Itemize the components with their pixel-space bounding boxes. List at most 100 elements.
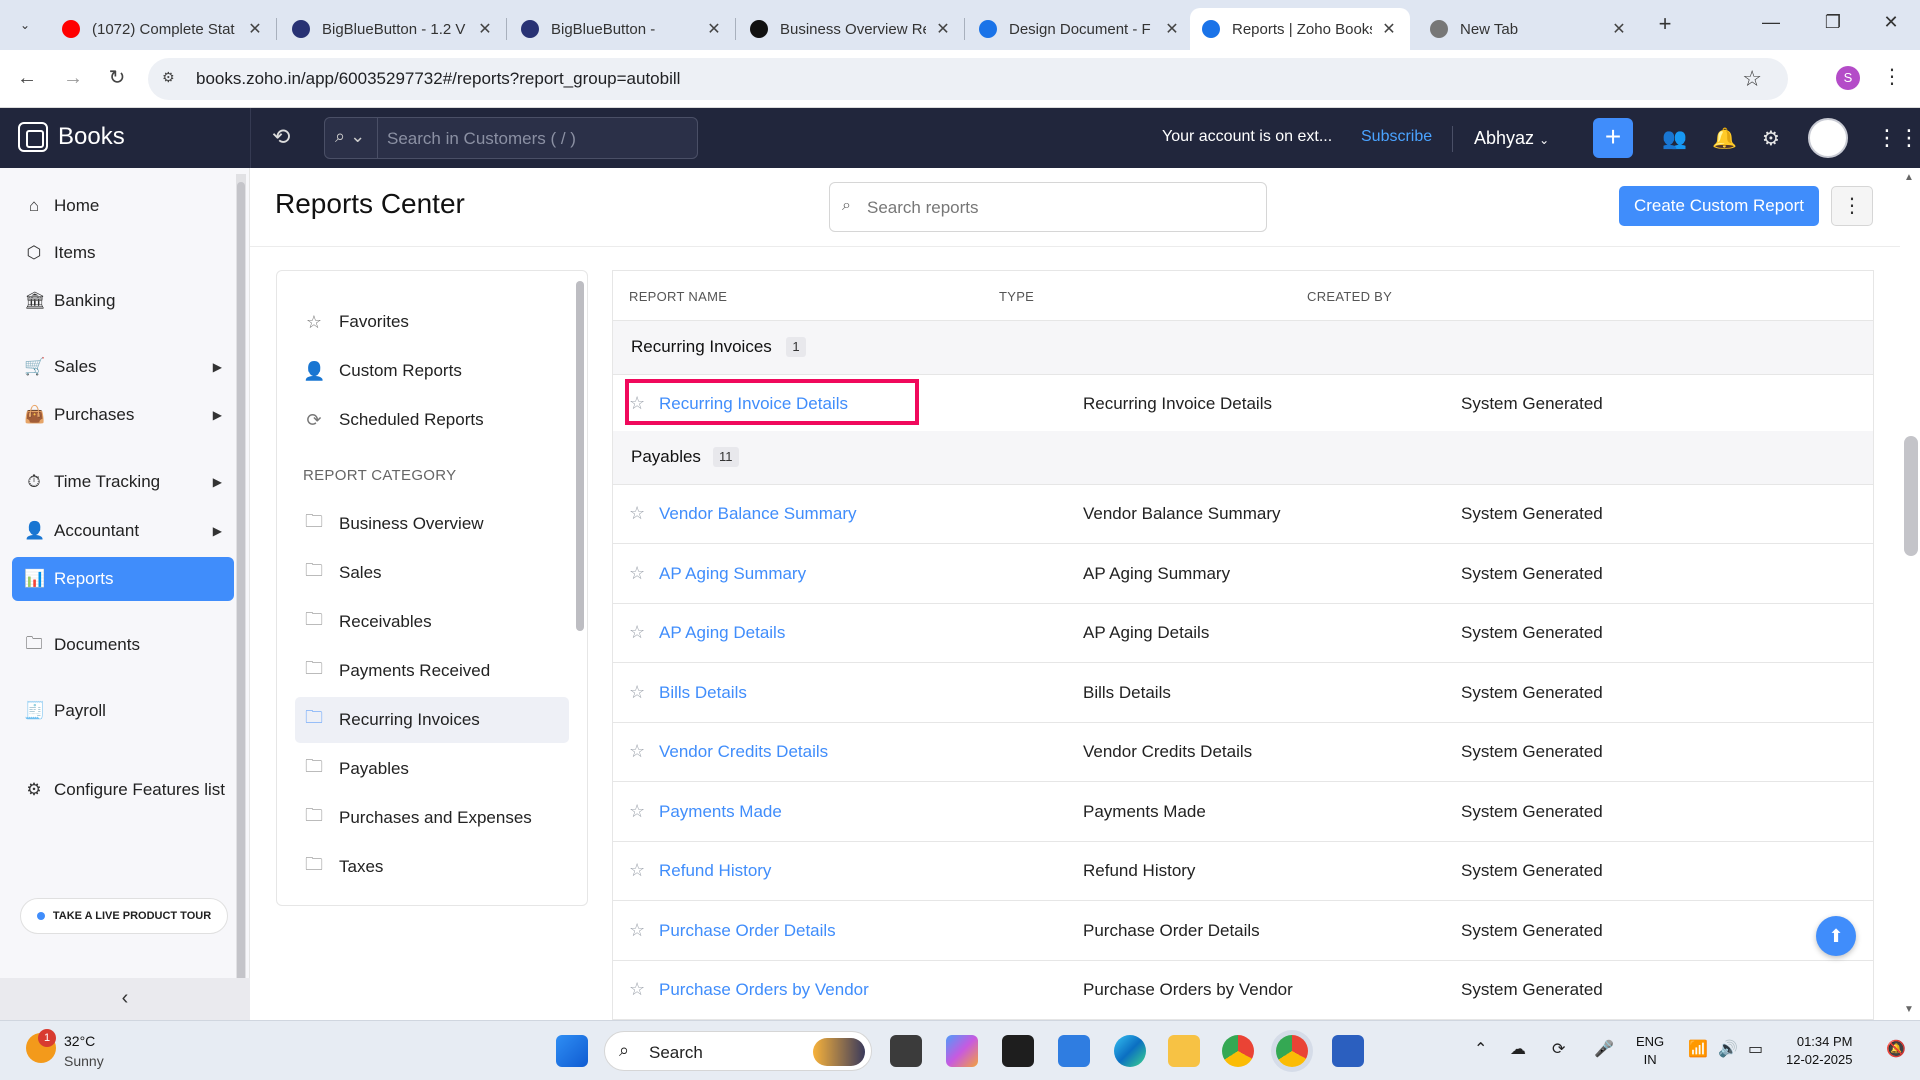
weather-temperature[interactable]: 32°C (64, 1033, 95, 1049)
global-search[interactable]: ⌕ ⌄ Search in Customers ( / ) (324, 117, 698, 159)
file-explorer-icon[interactable] (1168, 1035, 1200, 1067)
close-tab-icon[interactable]: ✕ (1163, 19, 1181, 39)
report-name-link[interactable]: Purchase Order Details (659, 921, 836, 941)
word-icon[interactable] (1332, 1035, 1364, 1067)
close-tab-icon[interactable]: ✕ (1380, 19, 1398, 39)
report-category-item[interactable]: 🗀 Recurring Invoices (295, 697, 569, 743)
url-text[interactable]: books.zoho.in/app/60035297732#/reports?r… (196, 69, 680, 89)
restore-icon[interactable]: ❐ (1818, 12, 1848, 33)
forward-icon[interactable]: → (60, 66, 86, 92)
scroll-to-top-button[interactable]: ⬆ (1816, 916, 1856, 956)
category-scrollbar[interactable] (575, 271, 585, 907)
favorite-star-icon[interactable]: ☆ (629, 801, 645, 822)
back-icon[interactable]: ← (14, 66, 40, 92)
windows-start-icon[interactable] (556, 1035, 588, 1067)
close-tab-icon[interactable]: ✕ (1610, 19, 1628, 39)
report-category-item[interactable]: 🗀 Taxes (295, 844, 569, 890)
scrollbar-thumb[interactable] (1904, 436, 1918, 556)
volume-icon[interactable]: 🔊 (1718, 1039, 1738, 1059)
report-category-item[interactable]: 🗀 Sales (295, 550, 569, 596)
report-category-item[interactable]: 🗀 Business Overview (295, 501, 569, 547)
favorite-star-icon[interactable]: ☆ (629, 682, 645, 703)
tab-search-dropdown[interactable]: ⌄ (10, 12, 40, 38)
report-nav-scheduled-reports[interactable]: ⟳ Scheduled Reports (295, 397, 569, 443)
microphone-icon[interactable]: 🎤 (1594, 1039, 1614, 1059)
table-row[interactable]: ☆ Vendor Credits Details Vendor Credits De… (613, 723, 1873, 782)
expand-arrow-icon[interactable]: ▶ (213, 360, 222, 374)
favorite-star-icon[interactable]: ☆ (629, 563, 645, 584)
notification-icon[interactable]: 🔕 (1886, 1039, 1906, 1059)
close-window-icon[interactable]: ✕ (1876, 12, 1906, 33)
sidebar-item-reports[interactable]: 📊 Reports (12, 557, 234, 601)
report-name-link[interactable]: Vendor Balance Summary (659, 504, 857, 524)
users-icon[interactable]: 👥 (1662, 126, 1687, 151)
table-row[interactable]: ☆ AP Aging Summary AP Aging Summary System … (613, 544, 1873, 604)
browser-menu-icon[interactable]: ⋮ (1882, 64, 1902, 89)
chrome-active-icon[interactable] (1276, 1035, 1308, 1067)
browser-tab[interactable]: (1072) Complete Stat ✕ (50, 8, 276, 50)
column-header-name[interactable]: REPORT NAME (629, 289, 727, 304)
sidebar-item-items[interactable]: ⬡ Items (12, 231, 234, 275)
sidebar-item-home[interactable]: ⌂ Home (12, 184, 234, 228)
browser-tab[interactable]: BigBlueButton - ✕ (509, 8, 735, 50)
show-hidden-icons[interactable]: ⌃ (1474, 1039, 1487, 1059)
scrollbar-thumb[interactable] (576, 281, 584, 631)
bookmark-star-icon[interactable]: ☆ (1742, 66, 1762, 92)
address-bar[interactable]: ⚙ books.zoho.in/app/60035297732#/reports… (148, 58, 1788, 100)
copilot-icon[interactable] (946, 1035, 978, 1067)
report-name-link[interactable]: Purchase Orders by Vendor (659, 980, 869, 1000)
new-tab-button[interactable]: + (1652, 12, 1678, 38)
favorite-star-icon[interactable]: ☆ (629, 622, 645, 643)
close-tab-icon[interactable]: ✕ (934, 19, 952, 39)
quick-create-button[interactable]: + (1593, 118, 1633, 158)
table-row[interactable]: ☆ Purchase Order Details Purchase Order De… (613, 901, 1873, 961)
report-name-link[interactable]: Payments Made (659, 802, 782, 822)
report-category-item[interactable]: 🗀 Receivables (295, 599, 569, 645)
clock[interactable]: 01:34 PM 12-02-2025 (1786, 1033, 1853, 1069)
report-name-link[interactable]: Vendor Credits Details (659, 742, 828, 762)
sidebar-item-banking[interactable]: 🏛 Banking (12, 279, 234, 323)
create-custom-report-button[interactable]: Create Custom Report (1619, 186, 1819, 226)
table-row[interactable]: ☆ Vendor Balance Summary Vendor Balance Su… (613, 485, 1873, 544)
report-nav-custom-reports[interactable]: 👤 Custom Reports (295, 348, 569, 394)
table-row[interactable]: ☆ Refund History Refund History System Gene… (613, 842, 1873, 901)
favorite-star-icon[interactable]: ☆ (629, 503, 645, 524)
table-row[interactable]: ☆ Purchase Orders by Vendor Purchase Order… (613, 961, 1873, 1020)
gear-icon[interactable]: ⚙ (1762, 126, 1780, 151)
close-tab-icon[interactable]: ✕ (476, 19, 494, 39)
browser-tab[interactable]: New Tab ✕ (1418, 8, 1640, 50)
expand-arrow-icon[interactable]: ▶ (213, 524, 222, 538)
table-row[interactable]: ☆ AP Aging Details AP Aging Details System … (613, 604, 1873, 663)
profile-avatar[interactable]: S (1836, 66, 1860, 90)
task-view-icon[interactable] (890, 1035, 922, 1067)
sidebar-item-sales[interactable]: 🛒 Sales ▶ (12, 345, 234, 389)
language-indicator[interactable]: ENG IN (1636, 1033, 1664, 1069)
scroll-down-icon[interactable]: ▼ (1904, 1004, 1914, 1015)
weather-condition[interactable]: Sunny (64, 1053, 104, 1069)
user-avatar[interactable] (1808, 118, 1848, 158)
recent-history-icon[interactable]: ⟲ (272, 124, 290, 150)
sidebar-item-payroll[interactable]: 🧾 Payroll (12, 689, 234, 733)
site-info-icon[interactable]: ⚙ (162, 69, 182, 89)
bell-icon[interactable]: 🔔 (1712, 126, 1737, 151)
report-name-link[interactable]: AP Aging Summary (659, 564, 806, 584)
sidebar-item-time-tracking[interactable]: ⏱ Time Tracking ▶ (12, 460, 234, 504)
browser-tab[interactable]: Reports | Zoho Books ✕ (1190, 8, 1410, 50)
table-row[interactable]: ☆ Payments Made Payments Made System Genera… (613, 782, 1873, 842)
battery-icon[interactable]: ▭ (1748, 1039, 1763, 1059)
search-icon[interactable]: ⌕ ⌄ (335, 126, 365, 147)
notepad-icon[interactable] (1058, 1035, 1090, 1067)
wifi-icon[interactable]: 📶 (1688, 1039, 1708, 1059)
report-nav-favorites[interactable]: ☆ Favorites (295, 299, 569, 345)
report-name-link[interactable]: Refund History (659, 861, 771, 881)
expand-arrow-icon[interactable]: ▶ (213, 408, 222, 422)
sidebar-item-configure-features-list[interactable]: ⚙ Configure Features list (12, 768, 234, 812)
report-search[interactable]: ⌕ Search reports (829, 182, 1267, 232)
organization-switcher[interactable]: Abhyaz ⌄ (1474, 128, 1549, 149)
close-tab-icon[interactable]: ✕ (705, 19, 723, 39)
report-category-item[interactable]: 🗀 Payments Received (295, 648, 569, 694)
main-scrollbar[interactable]: ▲ ▼ (1900, 168, 1920, 1020)
favorite-star-icon[interactable]: ☆ (629, 920, 645, 941)
favorite-star-icon[interactable]: ☆ (629, 979, 645, 1000)
sidebar-item-documents[interactable]: 🗀 Documents (12, 623, 234, 667)
